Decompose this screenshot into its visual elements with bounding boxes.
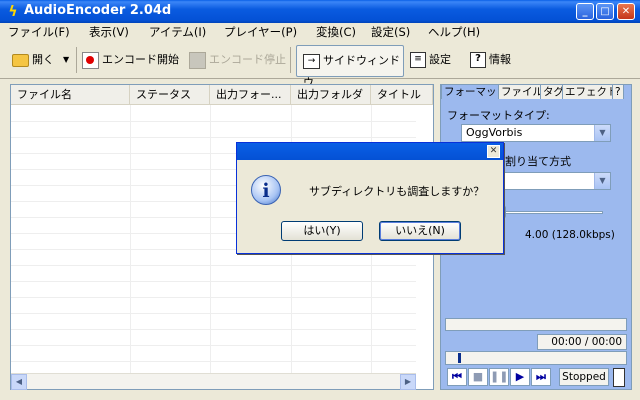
open-label: 開く — [32, 53, 54, 66]
settings-label: 設定 — [429, 53, 451, 66]
dialog-close-icon[interactable]: ✕ — [487, 145, 500, 158]
grid-line — [11, 281, 416, 282]
tab-help[interactable]: ? — [612, 84, 624, 99]
menu-settings[interactable]: 設定(S) — [371, 23, 410, 41]
menu-help[interactable]: ヘルプ(H) — [428, 23, 480, 41]
menu-convert[interactable]: 変換(C) — [316, 23, 356, 41]
format-type-value: OggVorbis — [466, 126, 523, 139]
chevron-down-icon[interactable]: ▼ — [594, 125, 610, 141]
stop-icon[interactable]: ■ — [468, 368, 488, 386]
encode-stop-label: エンコード停止 — [209, 53, 286, 66]
chevron-down-icon[interactable]: ▼ — [594, 173, 610, 189]
play-icon[interactable]: ▶ — [510, 368, 530, 386]
column-filename[interactable]: ファイル名 — [11, 85, 130, 105]
time-readout: 00:00 / 00:00 — [537, 334, 627, 350]
grid-line — [11, 297, 416, 298]
menu-player[interactable]: プレイヤー(P) — [224, 23, 297, 41]
list-header: ファイル名 ステータス 出力フォー... 出力フォルダ タイトル — [11, 85, 433, 105]
quality-readout: 4.00 (128.0kbps) — [525, 229, 615, 241]
open-dropdown-chevron-icon[interactable]: ▼ — [63, 49, 69, 71]
allocation-label: 割り当て方式 — [505, 155, 571, 168]
minimize-button[interactable]: _ — [576, 3, 594, 20]
side-window-button[interactable]: → サイドウィンドウ — [296, 45, 404, 89]
close-button[interactable]: ✕ — [617, 3, 635, 20]
folder-icon — [12, 53, 29, 67]
toolbar-separator — [76, 47, 77, 73]
column-status[interactable]: ステータス — [130, 85, 210, 105]
help-icon: ? — [470, 52, 486, 68]
skip-forward-icon[interactable]: ⏭ — [531, 368, 551, 386]
encode-start-button[interactable]: エンコード開始 — [82, 49, 179, 71]
horizontal-scrollbar[interactable]: ◀ ▶ — [11, 373, 416, 390]
skip-back-icon[interactable]: ⏮ — [447, 368, 467, 386]
grid-line — [11, 329, 416, 330]
information-icon: i — [251, 175, 281, 205]
toolbar-separator — [290, 47, 291, 73]
window-title: AudioEncoder 2.04d — [24, 3, 172, 18]
maximize-button[interactable]: □ — [596, 3, 614, 20]
grid-line — [11, 345, 416, 346]
dialog-title-bar[interactable]: ✕ — [237, 143, 503, 160]
tab-file[interactable]: ファイル — [498, 84, 546, 99]
info-label: 情報 — [489, 53, 511, 66]
title-bar[interactable]: ϟ AudioEncoder 2.04d _ □ ✕ — [0, 0, 640, 23]
yes-button[interactable]: はい(Y) — [281, 221, 363, 241]
grid-line — [210, 105, 211, 375]
open-button[interactable]: 開く — [12, 49, 54, 71]
encode-start-label: エンコード開始 — [102, 53, 179, 66]
no-button[interactable]: いいえ(N) — [379, 221, 461, 241]
progress-bar — [445, 318, 627, 331]
stop-icon — [189, 51, 206, 69]
grid-line — [11, 313, 416, 314]
column-output-format[interactable]: 出力フォー... — [210, 85, 291, 105]
player-status: Stopped — [559, 368, 609, 386]
menu-bar: ファイル(F) 表示(V) アイテム(I) プレイヤー(P) 変換(C) 設定(… — [0, 23, 640, 41]
grid-line — [11, 121, 416, 122]
seek-bar[interactable] — [445, 351, 627, 365]
format-type-label: フォーマットタイプ: — [447, 109, 550, 122]
grid-line — [11, 265, 416, 266]
side-window-icon: → — [303, 53, 320, 69]
menu-view[interactable]: 表示(V) — [89, 23, 129, 41]
menu-item[interactable]: アイテム(I) — [149, 23, 206, 41]
grid-line — [11, 137, 416, 138]
scroll-left-icon[interactable]: ◀ — [11, 374, 27, 390]
info-button[interactable]: ? 情報 — [470, 49, 511, 71]
confirm-dialog: ✕ i サブディレクトリも調査しますか？ はい(Y) いいえ(N) — [236, 142, 504, 254]
menu-file[interactable]: ファイル(F) — [8, 23, 70, 41]
column-output-folder[interactable]: 出力フォルダ — [291, 85, 371, 105]
app-lightning-icon: ϟ — [8, 4, 18, 20]
format-type-select[interactable]: OggVorbis ▼ — [461, 124, 611, 142]
dialog-message: サブディレクトリも調査しますか？ — [309, 185, 485, 198]
seek-thumb[interactable] — [458, 353, 461, 363]
grid-line — [130, 105, 131, 375]
toolbar: 開く ▼ エンコード開始 エンコード停止 → サイドウィンドウ ≡ 設定 ? 情報 — [0, 41, 640, 89]
grid-line — [11, 361, 416, 362]
record-icon — [82, 51, 99, 69]
settings-icon: ≡ — [410, 52, 426, 68]
encode-stop-button[interactable]: エンコード停止 — [189, 49, 286, 71]
pause-icon[interactable]: ❚❚ — [489, 368, 509, 386]
volume-meter — [613, 368, 625, 387]
column-title[interactable]: タイトル — [371, 85, 433, 105]
settings-button[interactable]: ≡ 設定 — [410, 49, 451, 71]
scroll-right-icon[interactable]: ▶ — [400, 374, 416, 390]
